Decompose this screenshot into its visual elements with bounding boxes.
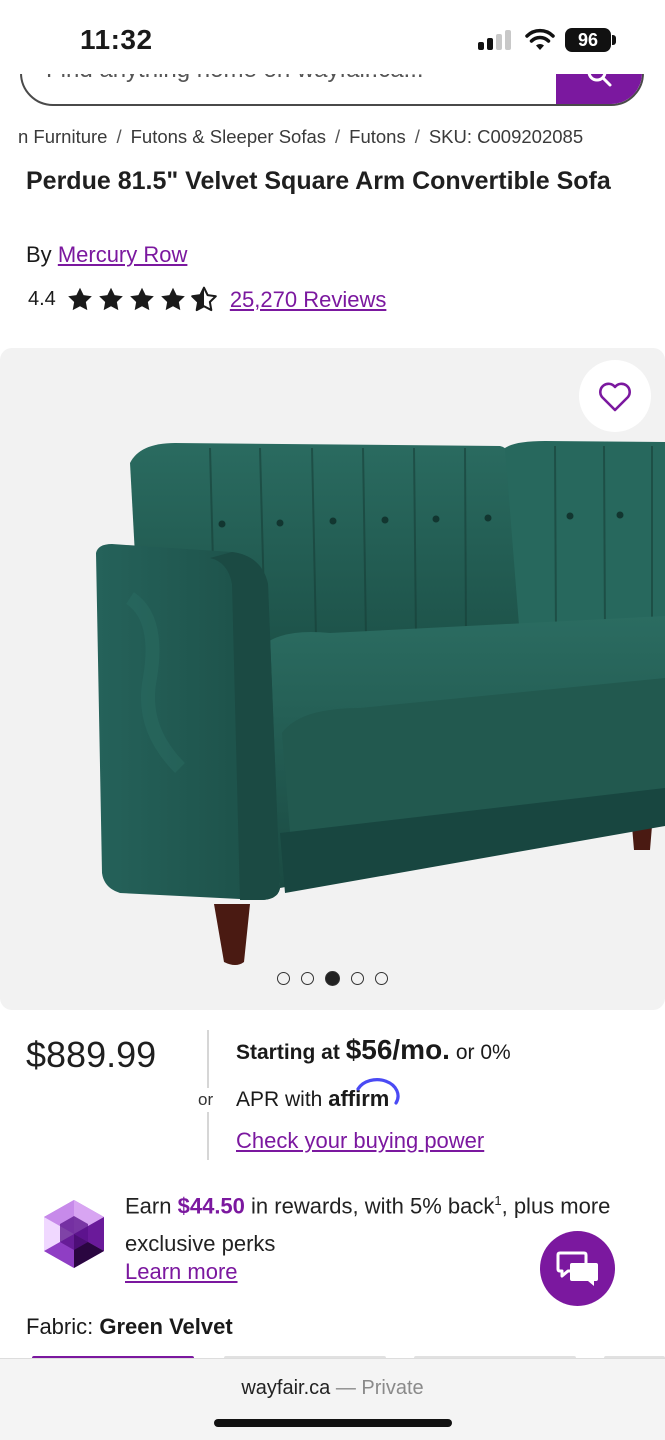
apr-with-label: APR with [236, 1088, 323, 1111]
breadcrumb-item[interactable]: Futons [349, 126, 406, 147]
star-icon [161, 287, 185, 311]
domain-label: wayfair.ca [241, 1377, 331, 1399]
url-display[interactable]: wayfair.ca — Private [0, 1377, 665, 1400]
product-image[interactable] [0, 348, 665, 1010]
carousel-dot-active[interactable] [325, 971, 340, 986]
fabric-value: Green Velvet [99, 1314, 233, 1339]
star-icon [130, 287, 154, 311]
fabric-label: Fabric: [26, 1314, 94, 1339]
carousel-dot[interactable] [277, 972, 290, 985]
brand-line: By Mercury Row [26, 242, 187, 268]
sku-label: SKU: C009202085 [428, 126, 584, 147]
chat-button[interactable] [540, 1231, 615, 1306]
zero-apr-label: or 0% [455, 1041, 511, 1064]
private-label: — Private [335, 1377, 424, 1399]
product-price: $889.99 [26, 1034, 157, 1075]
rating-row: 4.4 25,270 Reviews [28, 286, 386, 313]
footnote-marker: 1 [494, 1193, 502, 1208]
status-time: 11:32 [80, 24, 153, 55]
financing-line: Starting at $56/mo. or 0% [236, 1034, 511, 1066]
rating-value: 4.4 [28, 288, 56, 310]
carousel-dot[interactable] [351, 972, 364, 985]
affirm-logo: affirm [328, 1078, 400, 1111]
affirm-arc-icon [356, 1078, 400, 1105]
earn-label: Earn [125, 1193, 172, 1219]
breadcrumb-item[interactable]: Futons & Sleeper Sofas [131, 126, 326, 147]
product-image-gallery[interactable] [0, 348, 665, 1010]
battery-indicator: 96 [565, 28, 611, 52]
half-star-icon [190, 286, 217, 312]
by-label: By [26, 242, 52, 267]
wifi-icon [525, 28, 555, 50]
battery-nub [612, 35, 616, 45]
check-buying-power-link[interactable]: Check your buying power [236, 1128, 484, 1154]
carousel-dot[interactable] [301, 972, 314, 985]
or-label: or [198, 1088, 214, 1112]
learn-more-link[interactable]: Learn more [125, 1259, 238, 1285]
breadcrumb-item[interactable]: n Furniture [18, 126, 107, 147]
fabric-selection: Fabric: Green Velvet [26, 1314, 233, 1340]
reviews-link[interactable]: 25,270 Reviews [230, 287, 387, 313]
status-bar: 11:32 96 [0, 0, 665, 74]
breadcrumb: n Furniture / Futons & Sleeper Sofas / Futon… [18, 126, 584, 147]
monthly-price: $56/mo. [345, 1034, 450, 1065]
favorite-button[interactable] [579, 360, 651, 432]
carousel-dot[interactable] [375, 972, 388, 985]
cellular-signal-icon [478, 30, 514, 50]
star-icon [99, 287, 123, 311]
product-title: Perdue 81.5" Velvet Square Arm Convertib… [26, 167, 611, 195]
heart-icon [599, 382, 631, 412]
rewards-amount: $44.50 [177, 1193, 245, 1219]
star-rating [66, 286, 218, 313]
brand-link[interactable]: Mercury Row [58, 242, 188, 267]
carousel-dots [0, 971, 665, 986]
star-icon [68, 287, 92, 311]
rewards-gem-icon [44, 1200, 104, 1268]
chat-icon [556, 1251, 598, 1286]
browser-address-bar[interactable]: wayfair.ca — Private [0, 1358, 665, 1440]
home-indicator[interactable] [214, 1419, 452, 1427]
starting-at-label: Starting at [236, 1041, 340, 1064]
affirm-line: APR with affirm [236, 1078, 400, 1112]
rewards-rate: in rewards, with 5% back [251, 1193, 495, 1219]
